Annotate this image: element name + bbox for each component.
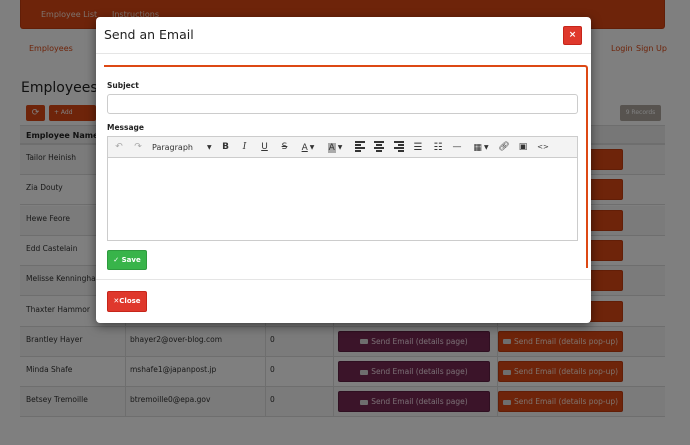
subject-input[interactable] [107,94,578,114]
chevron-down-icon: ▼ [309,144,315,151]
underline-icon[interactable]: U [259,140,270,155]
paragraph-format-select[interactable]: Paragraph ▼ [152,140,214,155]
message-editor-body[interactable] [108,158,577,240]
chevron-down-icon: ▼ [206,144,212,151]
modal-close-x-button[interactable]: × [563,26,582,45]
email-form: Subject Message ↶ ↷ Paragraph ▼ B I U S A… [104,65,588,270]
highlight-color-button[interactable]: A ▼ [325,140,345,155]
font-color-icon: A [301,143,308,153]
close-button[interactable]: ✕Close [107,291,147,312]
align-center-icon[interactable] [374,141,384,152]
bold-icon[interactable]: B [220,140,231,155]
chevron-down-icon: ▼ [483,144,489,151]
save-button-label: Save [121,256,141,264]
table-insert-button[interactable]: ▦ ▼ [471,140,491,155]
editor-toolbar: ↶ ↷ Paragraph ▼ B I U S A ▼ A ▼ ☰ ☷ — ▦ … [108,137,577,158]
align-left-icon[interactable] [355,141,365,152]
chevron-down-icon: ▼ [337,144,343,151]
numbered-list-icon[interactable]: ☷ [432,140,444,155]
paragraph-format-label: Paragraph [152,143,193,152]
subject-label: Subject [107,81,139,90]
close-button-label: Close [119,297,141,305]
font-color-button[interactable]: A ▼ [298,140,318,155]
modal-header: Send an Email × [96,17,591,54]
highlight-color-icon: A [327,143,336,153]
image-icon[interactable]: ▣ [517,140,529,155]
horizontal-rule-icon[interactable]: — [451,140,463,155]
modal-footer: ✕Close [96,279,591,323]
close-icon: × [568,30,577,40]
message-label: Message [107,123,144,132]
save-button[interactable]: ✓ Save [107,250,147,270]
code-view-icon[interactable]: <> [536,140,550,155]
bullet-list-icon[interactable]: ☰ [412,140,424,155]
italic-icon[interactable]: I [239,140,250,155]
message-editor: ↶ ↷ Paragraph ▼ B I U S A ▼ A ▼ ☰ ☷ — ▦ … [107,136,578,241]
align-right-icon[interactable] [394,141,404,152]
send-email-modal: Send an Email × Subject Message ↶ ↷ Para… [96,17,591,323]
strikethrough-icon[interactable]: S [279,140,290,155]
table-icon: ▦ [473,143,482,153]
undo-icon[interactable]: ↶ [113,140,125,155]
check-icon: ✓ [113,256,120,264]
link-icon[interactable]: 🔗︎ [498,140,510,155]
modal-title: Send an Email [104,27,194,42]
redo-icon[interactable]: ↷ [132,140,144,155]
